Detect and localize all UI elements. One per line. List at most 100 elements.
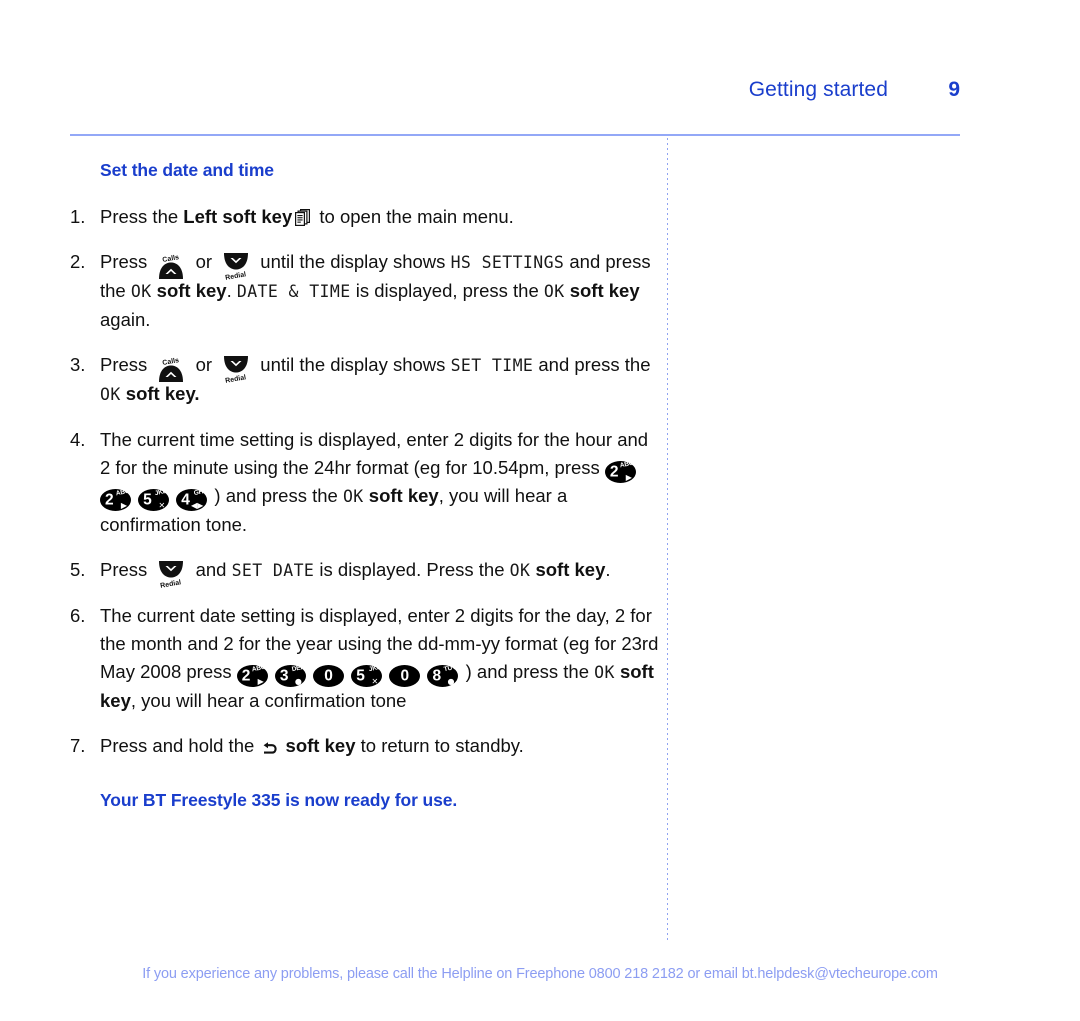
keypad-symbol: ● <box>294 676 302 686</box>
keypad-key-4: 4 GHI ◀▶ <box>176 487 208 511</box>
step-text: until the display shows <box>255 251 451 272</box>
step-text: . <box>605 559 611 580</box>
step-text: ) and press the <box>465 661 595 682</box>
lcd-display-text: SET DATE <box>231 561 315 580</box>
step-text: Press <box>100 251 153 272</box>
page-title: Getting started <box>748 78 888 101</box>
step-text: to open the main menu. <box>314 206 514 227</box>
instruction-step: 6. The current date setting is displayed,… <box>70 602 660 715</box>
step-text-emphasis: soft key. <box>120 383 200 404</box>
keypad-symbol: ▶ <box>625 472 632 482</box>
section-heading: Set the date and time <box>100 160 274 180</box>
keypad-digit: 8 <box>432 666 442 684</box>
main-content-column: Set the date and time 1. Press the Left s… <box>70 160 660 811</box>
svg-text:Calls: Calls <box>162 357 180 367</box>
step-text: to return to standby. <box>355 735 524 756</box>
nav-down-redial-key-icon: Redial <box>152 556 190 589</box>
keypad-key-0: 0 <box>389 664 421 687</box>
keypad-key-5: 5 JKL ✕ <box>138 487 170 511</box>
nav-down-redial-key-icon: Redial <box>217 351 255 384</box>
instruction-step: 7. Press and hold the soft key to return … <box>70 732 660 760</box>
step-number: 6. <box>70 605 86 626</box>
keypad-key-2: 2 ABC ▶ <box>604 459 636 483</box>
step-text: Press <box>100 559 153 580</box>
step-text-emphasis: soft key <box>564 280 640 301</box>
step-text: until the display shows <box>255 354 451 375</box>
keypad-digit: 0 <box>324 666 333 684</box>
keypad-key-8: 8 TUV ● <box>427 663 459 687</box>
header-divider-rule <box>70 134 960 136</box>
lcd-display-text: OK <box>130 282 152 301</box>
keypad-digit: 2 <box>609 462 619 480</box>
step-number: 2. <box>70 251 86 272</box>
keypad-letters: ABC <box>619 459 635 469</box>
column-divider-dotted-line <box>667 138 668 940</box>
svg-text:Calls: Calls <box>162 254 180 264</box>
ready-for-use-callout: Your BT Freestyle 335 is now ready for u… <box>100 790 458 810</box>
keypad-key-3: 3 DEF ● <box>274 663 306 687</box>
keypad-symbol: ✕ <box>158 500 166 510</box>
instruction-step: 2. Press Calls or Redial until the displa… <box>70 248 660 334</box>
keypad-symbol: ▶ <box>120 500 127 510</box>
step-text: or <box>190 251 218 272</box>
svg-text:Redial: Redial <box>225 374 247 384</box>
keypad-digit: 2 <box>241 666 251 684</box>
step-text: , you will hear a confirmation tone <box>130 690 407 711</box>
step-number: 5. <box>70 559 86 580</box>
lcd-display-text: OK <box>543 282 565 301</box>
step-text: or <box>190 354 218 375</box>
step-number: 1. <box>70 206 86 227</box>
step-text: and <box>190 559 232 580</box>
keypad-digit: 4 <box>181 490 190 508</box>
step-text: ) and press the <box>214 485 343 506</box>
step-number: 4. <box>70 429 86 450</box>
keypad-letters: DEF <box>290 663 305 673</box>
step-text: is displayed. Press the <box>314 559 510 580</box>
keypad-symbol: ● <box>447 676 455 686</box>
lcd-display-text: SET TIME <box>450 356 534 375</box>
keypad-digit: 5 <box>143 490 152 508</box>
page-footer-helpline: If you experience any problems, please c… <box>142 966 938 982</box>
step-text: The current time setting is displayed, e… <box>100 429 649 478</box>
keypad-key-5: 5 JKL ✕ <box>351 663 383 687</box>
nav-up-calls-key-icon: Calls <box>152 351 190 383</box>
lcd-display-text: OK <box>509 561 531 580</box>
keypad-digit: 0 <box>400 666 410 684</box>
keypad-digit: 3 <box>279 666 289 684</box>
keypad-letters: ABC <box>251 663 267 673</box>
keypad-key-2: 2 ABC ▶ <box>236 663 268 687</box>
step-number: 3. <box>70 354 86 375</box>
nav-down-redial-key-icon: Redial <box>217 248 255 281</box>
lcd-display-text: HS SETTINGS <box>450 253 565 272</box>
keypad-symbol: ▶ <box>257 676 264 686</box>
step-text: again. <box>100 309 151 330</box>
instruction-step: 3. Press Calls or Redial until the displa… <box>70 351 660 409</box>
lcd-display-text: OK <box>342 487 364 506</box>
keypad-letters: JKL <box>154 487 168 497</box>
keypad-letters: JKL <box>367 663 381 673</box>
step-text: . <box>226 280 237 301</box>
instruction-step: 5. Press Redial and SET DATE is displayed… <box>70 556 660 589</box>
page-number: 9 <box>948 78 960 101</box>
keypad-letters: GHI <box>193 487 206 497</box>
step-text-emphasis: soft key <box>280 735 356 756</box>
step-text-emphasis: soft key <box>363 485 439 506</box>
keypad-symbol: ✕ <box>371 676 379 686</box>
step-text: Press and hold the <box>100 735 260 756</box>
step-text-emphasis: soft key <box>530 559 606 580</box>
svg-text:Redial: Redial <box>160 579 182 589</box>
keypad-letters: ABC <box>114 487 130 497</box>
page-header: Getting started 9 <box>70 78 960 120</box>
svg-text:Redial: Redial <box>225 271 247 281</box>
instruction-steps-list: 1. Press the Left soft key to open the ma… <box>70 203 660 760</box>
step-text-emphasis: soft key <box>151 280 227 301</box>
nav-up-calls-key-icon: Calls <box>152 248 190 280</box>
keypad-digit: 2 <box>105 490 114 508</box>
back-return-arrow-icon <box>259 732 280 760</box>
step-text: Press the <box>100 206 184 227</box>
instruction-step: 1. Press the Left soft key to open the ma… <box>70 203 660 231</box>
step-text: is displayed, press the <box>350 280 544 301</box>
keypad-key-2: 2 ABC ▶ <box>100 487 131 511</box>
lcd-display-text: OK <box>100 385 121 404</box>
step-text: and press the <box>533 354 651 375</box>
